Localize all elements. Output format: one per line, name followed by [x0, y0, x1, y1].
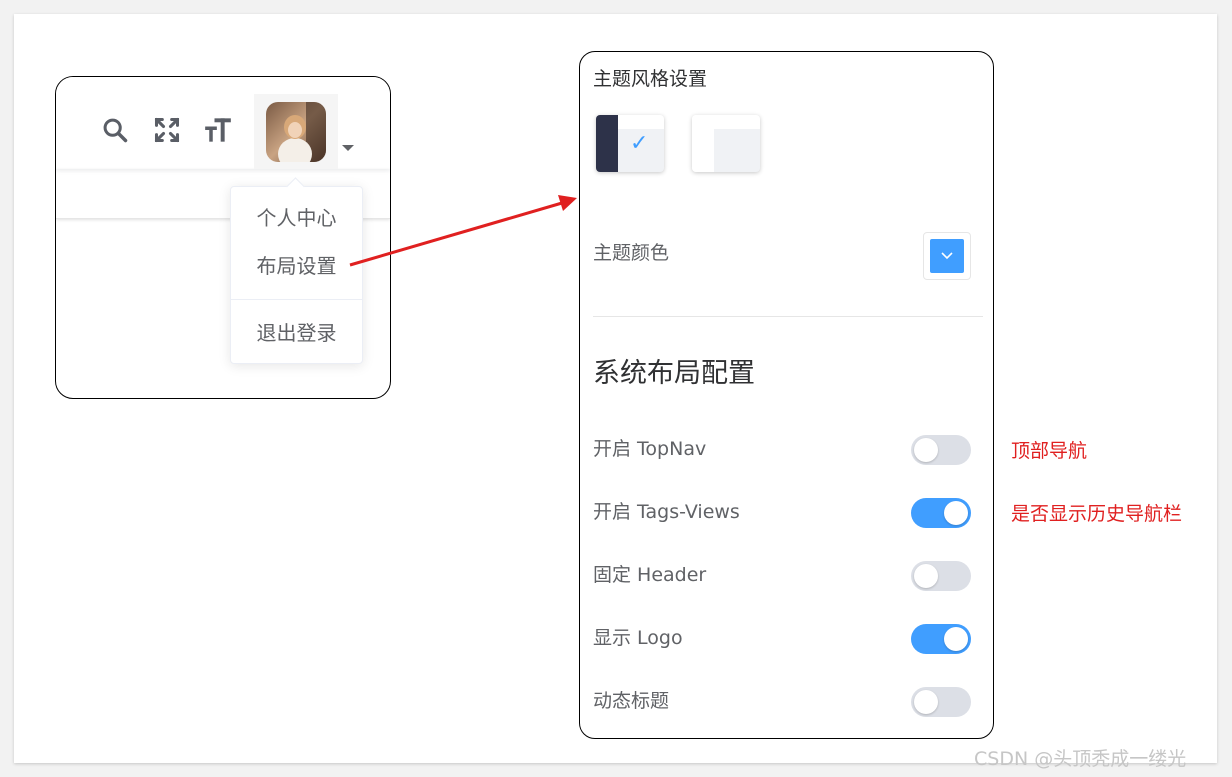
- arrow-annotation: [349, 195, 577, 267]
- arrow-line: [349, 201, 563, 267]
- watermark: CSDN @头顶秃成一缕光: [974, 748, 1187, 770]
- arrow-head: [558, 195, 577, 211]
